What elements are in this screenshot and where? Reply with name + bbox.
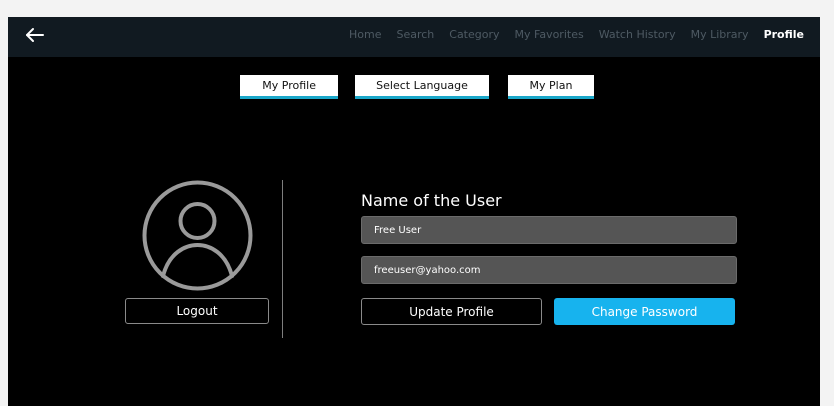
user-avatar-icon [142,180,253,291]
update-profile-button[interactable]: Update Profile [361,298,542,325]
top-nav-bar: Home Search Category My Favorites Watch … [8,17,820,57]
nav-category[interactable]: Category [449,28,499,41]
back-button[interactable] [22,22,48,48]
vertical-divider [282,180,283,338]
nav-watch-history[interactable]: Watch History [599,28,676,41]
change-password-button[interactable]: Change Password [554,298,735,325]
nav-my-favorites[interactable]: My Favorites [515,28,584,41]
tab-select-language[interactable]: Select Language [355,75,489,99]
nav-profile[interactable]: Profile [764,28,804,41]
logout-button[interactable]: Logout [125,298,269,324]
app-frame: Home Search Category My Favorites Watch … [8,17,820,406]
email-field[interactable]: freeuser@yahoo.com [361,256,737,284]
nav-search[interactable]: Search [396,28,434,41]
arrow-left-icon [26,28,44,42]
avatar [141,179,254,292]
main-nav: Home Search Category My Favorites Watch … [334,17,804,52]
nav-my-library[interactable]: My Library [691,28,749,41]
tab-my-plan[interactable]: My Plan [508,75,594,99]
user-name-heading: Name of the User [361,191,502,210]
tab-my-profile[interactable]: My Profile [240,75,338,99]
name-field[interactable]: Free User [361,216,737,244]
nav-home[interactable]: Home [349,28,381,41]
